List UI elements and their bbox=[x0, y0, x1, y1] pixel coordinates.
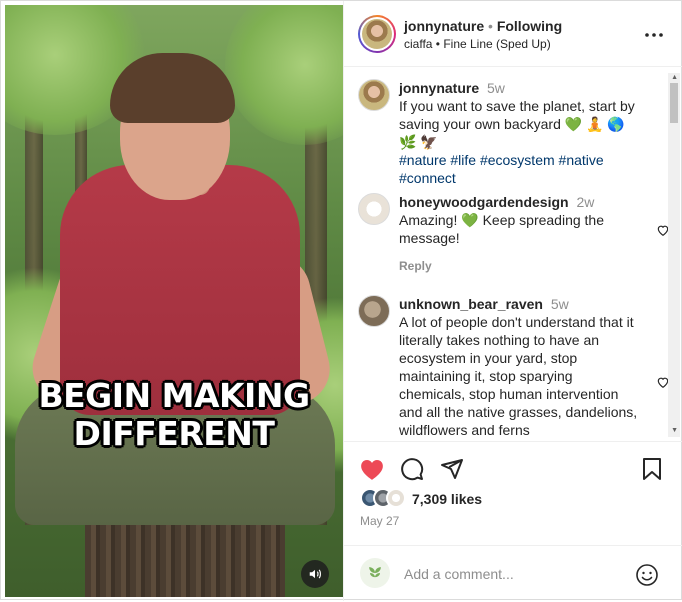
foliage bbox=[225, 5, 343, 145]
comment-composer: Add a comment... bbox=[344, 545, 682, 602]
like-button[interactable] bbox=[359, 457, 385, 486]
mute-button[interactable] bbox=[301, 560, 329, 588]
paper-plane-icon bbox=[441, 459, 463, 479]
comment-time[interactable]: 5w bbox=[551, 296, 569, 312]
author-username[interactable]: jonnynature bbox=[404, 18, 484, 34]
more-icon bbox=[645, 33, 663, 37]
caption-avatar[interactable] bbox=[358, 79, 390, 111]
comment-time[interactable]: 2w bbox=[576, 194, 594, 210]
comment-text: A lot of people don't understand that it… bbox=[399, 314, 638, 438]
likes-count[interactable]: 7,309 likes bbox=[412, 491, 482, 507]
comment-button[interactable] bbox=[400, 457, 424, 486]
reply-button[interactable]: Reply bbox=[399, 257, 639, 275]
emoji-icon bbox=[636, 564, 658, 586]
comment-input[interactable]: Add a comment... bbox=[404, 566, 514, 582]
post-window: BEGIN MAKING DIFFERENT jonnynature • Fol… bbox=[0, 0, 682, 601]
plant-logo-icon bbox=[369, 567, 381, 582]
comment-icon bbox=[401, 458, 424, 481]
video-caption-overlay: BEGIN MAKING DIFFERENT bbox=[5, 377, 343, 453]
post-date[interactable]: May 27 bbox=[360, 514, 399, 528]
bookmark-icon bbox=[643, 458, 661, 480]
share-button[interactable] bbox=[440, 457, 464, 486]
header-separator: • bbox=[488, 18, 493, 34]
post-video[interactable]: BEGIN MAKING DIFFERENT bbox=[5, 5, 343, 597]
caption-text: If you want to save the planet, start by… bbox=[399, 98, 635, 150]
comments-scrollbar[interactable] bbox=[668, 73, 680, 437]
heart-icon bbox=[361, 459, 383, 480]
comments-list[interactable]: jonnynature 5w If you want to save the p… bbox=[344, 67, 682, 441]
current-user-avatar[interactable] bbox=[360, 558, 390, 588]
comment-username[interactable]: honeywoodgardendesign bbox=[399, 194, 569, 210]
caption-username[interactable]: jonnynature bbox=[399, 80, 479, 96]
comment-username[interactable]: unknown_bear_raven bbox=[399, 296, 543, 312]
caption-line-1: BEGIN MAKING bbox=[38, 376, 310, 415]
scroll-up-arrow-icon[interactable]: ▲ bbox=[671, 74, 678, 81]
more-options-button[interactable] bbox=[645, 25, 663, 43]
caption-time[interactable]: 5w bbox=[487, 80, 505, 96]
person-hair bbox=[110, 53, 235, 123]
author-avatar[interactable] bbox=[358, 15, 396, 53]
save-button[interactable] bbox=[641, 457, 663, 486]
comment-text: Amazing! 💚 Keep spreading the message! bbox=[399, 212, 604, 246]
scroll-down-arrow-icon[interactable]: ▼ bbox=[671, 427, 678, 434]
commenter-avatar[interactable] bbox=[358, 295, 390, 327]
commenter-avatar[interactable] bbox=[358, 193, 390, 225]
caption-line-2: DIFFERENT bbox=[73, 414, 275, 453]
speaker-icon bbox=[309, 569, 321, 579]
liker-avatar[interactable] bbox=[386, 488, 406, 508]
post-actions: 7,309 likes May 27 Add a comment... bbox=[344, 441, 682, 601]
post-header: jonnynature • Following ciaffa • Fine Li… bbox=[344, 1, 682, 67]
header-title-row: jonnynature • Following bbox=[404, 17, 634, 35]
scrollbar-thumb[interactable] bbox=[670, 83, 678, 123]
post-panel: jonnynature • Following ciaffa • Fine Li… bbox=[343, 1, 682, 601]
caption-hashtags[interactable]: #nature #life #ecosystem #native #connec… bbox=[399, 151, 639, 187]
audio-track-link[interactable]: ciaffa • Fine Line (Sped Up) bbox=[404, 37, 551, 51]
emoji-button[interactable] bbox=[635, 563, 659, 592]
following-button[interactable]: Following bbox=[497, 18, 562, 34]
